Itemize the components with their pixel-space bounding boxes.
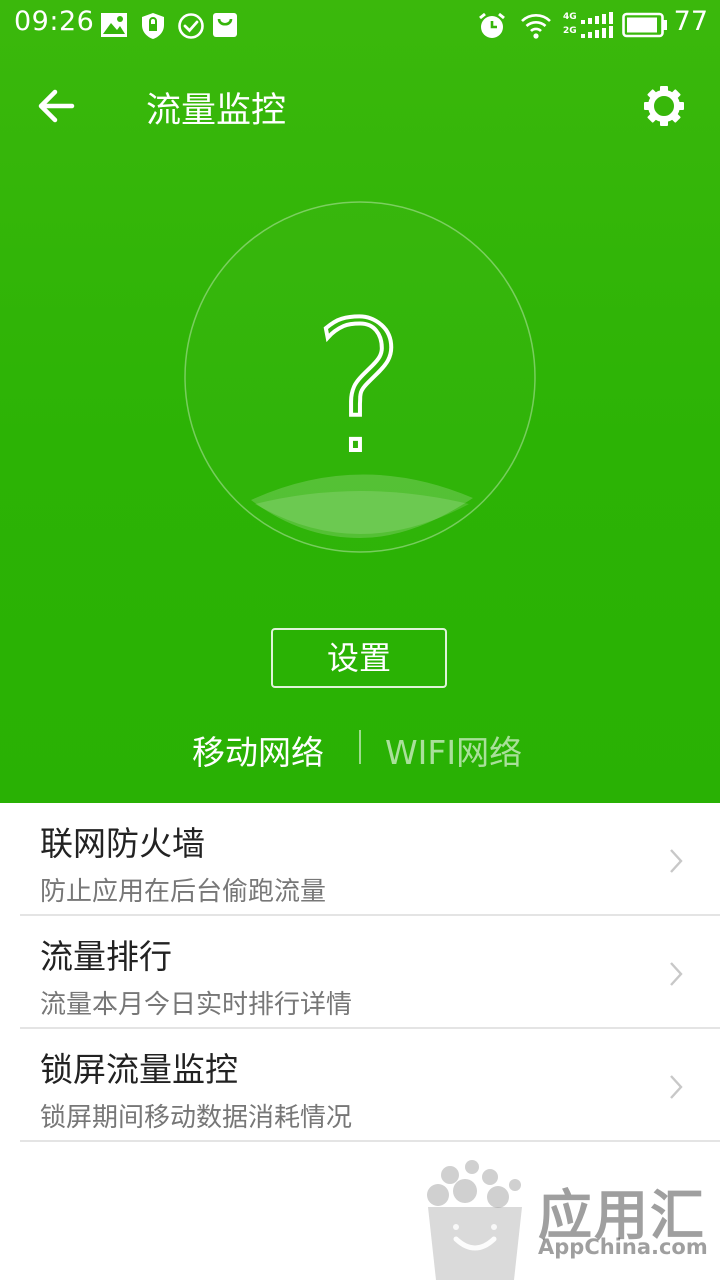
list-item-title: 流量排行 xyxy=(40,937,172,976)
check-circle-icon xyxy=(178,13,204,39)
network-tabs: 移动网络 WIFI网络 xyxy=(0,722,720,774)
signal-icon: 4G 2G xyxy=(563,12,615,40)
list-item-title: 锁屏流量监控 xyxy=(40,1050,238,1089)
status-bar: 09:26 4G 2G 77 xyxy=(0,0,720,50)
gear-icon xyxy=(644,86,684,126)
back-arrow-icon xyxy=(38,89,75,123)
watermark-subtext: AppChina.com xyxy=(538,1235,708,1259)
image-icon xyxy=(101,13,127,37)
tab-divider xyxy=(359,730,361,764)
shield-icon xyxy=(142,13,164,39)
status-time: 09:26 xyxy=(14,6,95,37)
list-item-firewall[interactable]: 联网防火墙 防止应用在后台偷跑流量 xyxy=(20,803,720,916)
page-title: 流量监控 xyxy=(146,91,287,131)
list-item-lockscreen-monitor[interactable]: 锁屏流量监控 锁屏期间移动数据消耗情况 xyxy=(20,1029,720,1142)
back-button[interactable] xyxy=(26,76,86,136)
appchina-watermark: 应用汇 AppChina.com xyxy=(420,1155,720,1280)
chevron-right-icon xyxy=(670,849,683,873)
wifi-icon xyxy=(521,14,551,39)
list-item-title: 联网防火墙 xyxy=(40,824,205,863)
battery-level: 77 xyxy=(673,6,708,37)
bag-icon xyxy=(213,13,237,37)
unknown-symbol: ? xyxy=(312,284,408,493)
settings-button[interactable] xyxy=(634,76,694,136)
toolbar: 流量监控 xyxy=(0,60,720,152)
traffic-meter: ? xyxy=(184,201,536,553)
list-item-ranking[interactable]: 流量排行 流量本月今日实时排行详情 xyxy=(20,916,720,1029)
tab-mobile-network[interactable]: 移动网络 xyxy=(192,726,324,774)
alarm-icon xyxy=(479,12,505,38)
setup-button[interactable]: 设置 xyxy=(271,628,447,688)
list-item-subtitle: 锁屏期间移动数据消耗情况 xyxy=(40,1103,353,1133)
list-item-subtitle: 防止应用在后台偷跑流量 xyxy=(40,877,327,907)
battery-icon xyxy=(622,12,667,38)
feature-list: 联网防火墙 防止应用在后台偷跑流量 流量排行 流量本月今日实时排行详情 锁屏流量… xyxy=(0,803,720,1142)
tab-wifi-network[interactable]: WIFI网络 xyxy=(385,726,522,774)
chevron-right-icon xyxy=(670,962,683,986)
chevron-right-icon xyxy=(670,1075,683,1099)
list-item-subtitle: 流量本月今日实时排行详情 xyxy=(40,990,353,1020)
watermark-logo-icon xyxy=(427,1160,522,1280)
